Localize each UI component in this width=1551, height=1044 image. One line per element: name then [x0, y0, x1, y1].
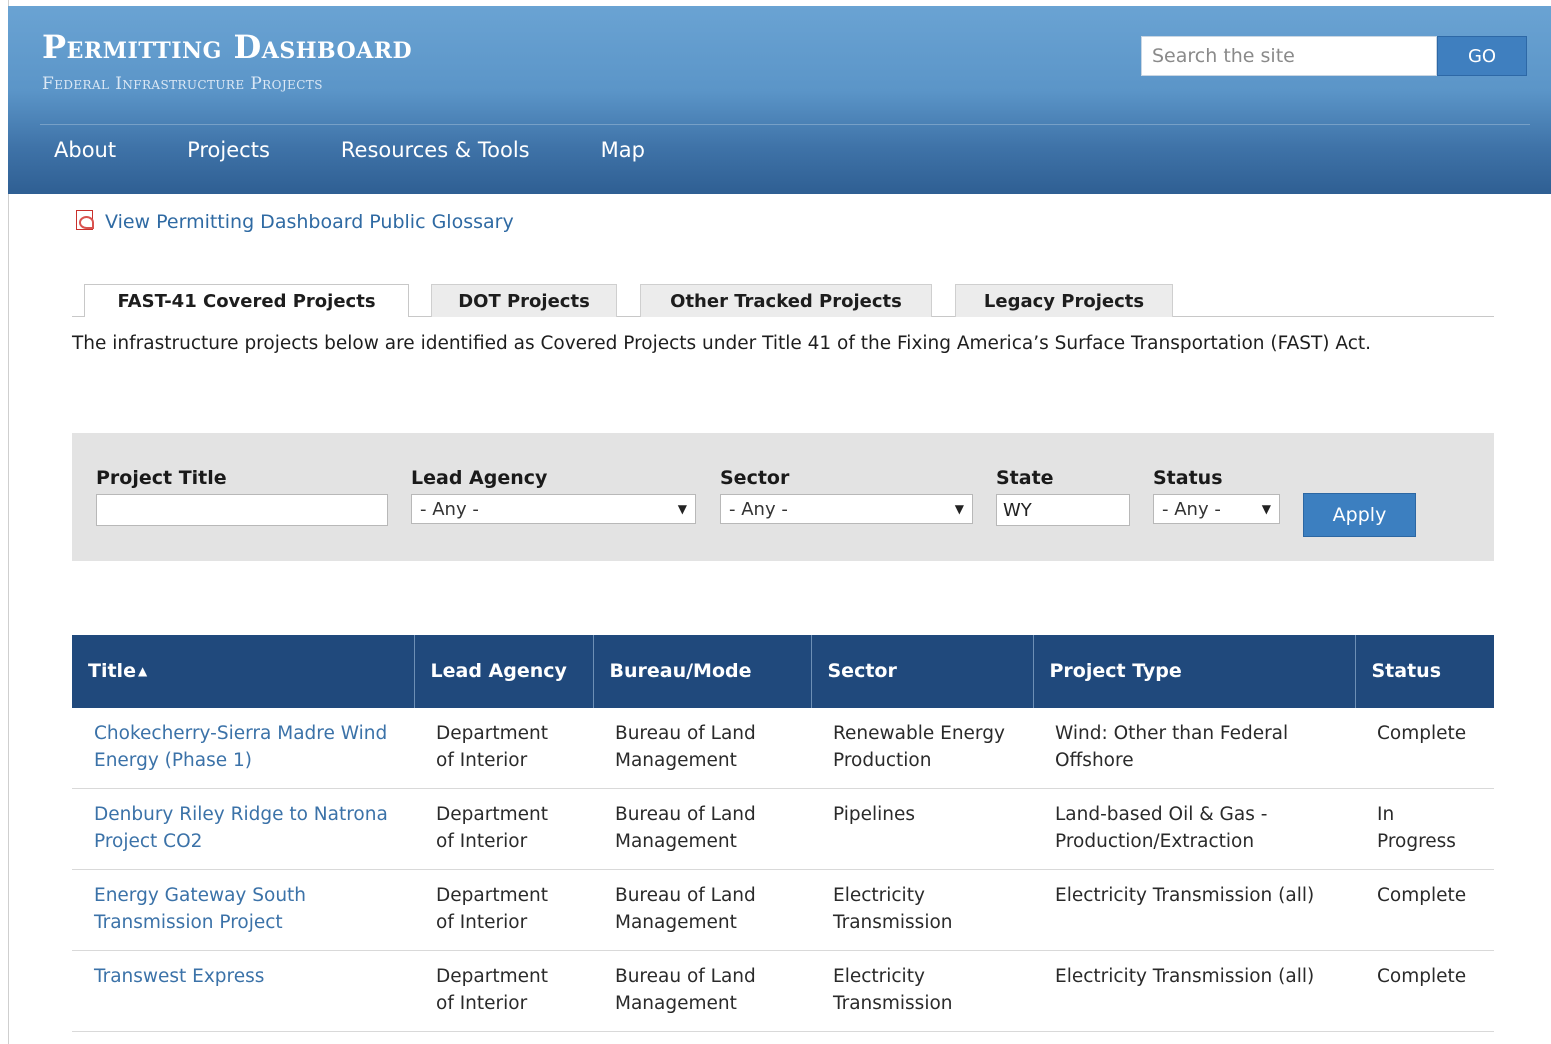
- project-type-cell: Wind: Other than Federal Offshore: [1033, 708, 1355, 789]
- project-type-cell: Electricity Transmission (all): [1033, 869, 1355, 951]
- tab-other-tracked-projects[interactable]: Other Tracked Projects: [640, 284, 932, 317]
- search-input[interactable]: [1141, 36, 1437, 76]
- column-header-title[interactable]: Title ▲: [72, 635, 415, 708]
- status-cell: Complete: [1355, 950, 1494, 1032]
- site-subtitle: Federal Infrastructure Projects: [42, 74, 323, 94]
- project-title-label: Project Title: [96, 467, 227, 489]
- project-title-link[interactable]: Energy Gateway South Transmission Projec…: [94, 885, 306, 933]
- chevron-down-icon: ▼: [1261, 502, 1271, 516]
- status-cell: Complete: [1355, 708, 1494, 789]
- projects-table: Title ▲ Lead Agency Bureau/Mode Sector Pr…: [72, 635, 1494, 1032]
- status-select[interactable]: - Any - ▼: [1153, 494, 1280, 524]
- sector-select[interactable]: - Any - ▼: [720, 494, 973, 524]
- column-header-sector[interactable]: Sector: [811, 635, 1034, 708]
- project-type-cell: Electricity Transmission (all): [1033, 950, 1355, 1032]
- bureau-mode-cell: Bureau of Land Management: [593, 950, 811, 1032]
- sort-ascending-icon: ▲: [137, 664, 148, 678]
- project-title-link[interactable]: Chokecherry-Sierra Madre Wind Energy (Ph…: [94, 723, 387, 771]
- column-header-project-type[interactable]: Project Type: [1033, 635, 1356, 708]
- sector-cell: Pipelines: [811, 788, 1033, 870]
- project-title-link[interactable]: Denbury Riley Ridge to Natrona Project C…: [94, 804, 388, 852]
- bureau-mode-cell: Bureau of Land Management: [593, 869, 811, 951]
- state-label: State: [996, 467, 1054, 489]
- bureau-mode-cell: Bureau of Land Management: [593, 708, 811, 789]
- lead-agency-select[interactable]: - Any - ▼: [411, 494, 696, 524]
- filter-panel: Project Title Lead Agency - Any - ▼ Sect…: [72, 433, 1494, 561]
- apply-button[interactable]: Apply: [1303, 493, 1416, 537]
- bureau-mode-cell: Bureau of Land Management: [593, 788, 811, 870]
- state-input[interactable]: [996, 494, 1130, 526]
- column-header-bureau-mode[interactable]: Bureau/Mode: [593, 635, 812, 708]
- table-row: Transwest Express Department of Interior…: [72, 950, 1494, 1032]
- project-title-input[interactable]: [96, 494, 388, 526]
- sector-value: - Any -: [729, 498, 788, 520]
- tab-fast41-covered-projects[interactable]: FAST-41 Covered Projects: [84, 284, 409, 317]
- column-header-status[interactable]: Status: [1355, 635, 1494, 708]
- sector-cell: Electricity Transmission: [811, 869, 1033, 951]
- main-nav: About Projects Resources & Tools Map: [54, 138, 716, 162]
- lead-agency-cell: Department of Interior: [414, 788, 593, 870]
- glossary-link-row: View Permitting Dashboard Public Glossar…: [76, 210, 514, 233]
- intro-text: The infrastructure projects below are id…: [72, 333, 1372, 354]
- site-header: Permitting Dashboard Federal Infrastruct…: [8, 6, 1551, 194]
- tab-dot-projects[interactable]: DOT Projects: [431, 284, 617, 317]
- column-header-title-label: Title: [88, 660, 136, 682]
- tab-legacy-projects[interactable]: Legacy Projects: [955, 284, 1173, 317]
- status-cell: In Progress: [1355, 788, 1494, 870]
- site-title[interactable]: Permitting Dashboard: [42, 28, 412, 66]
- nav-item-resources-tools[interactable]: Resources & Tools: [341, 138, 530, 162]
- sector-label: Sector: [720, 467, 790, 489]
- table-row: Denbury Riley Ridge to Natrona Project C…: [72, 788, 1494, 870]
- project-tabs: FAST-41 Covered Projects DOT Projects Ot…: [84, 284, 1494, 318]
- glossary-link[interactable]: View Permitting Dashboard Public Glossar…: [105, 211, 514, 233]
- table-row: Chokecherry-Sierra Madre Wind Energy (Ph…: [72, 708, 1494, 789]
- chevron-down-icon: ▼: [954, 502, 964, 516]
- project-type-cell: Land-based Oil & Gas - Production/Extrac…: [1033, 788, 1355, 870]
- lead-agency-cell: Department of Interior: [414, 869, 593, 951]
- sector-cell: Renewable Energy Production: [811, 708, 1033, 789]
- lead-agency-value: - Any -: [420, 498, 479, 520]
- lead-agency-cell: Department of Interior: [414, 708, 593, 789]
- lead-agency-cell: Department of Interior: [414, 950, 593, 1032]
- status-cell: Complete: [1355, 869, 1494, 951]
- table-row: Energy Gateway South Transmission Projec…: [72, 869, 1494, 951]
- header-divider: [40, 124, 1530, 125]
- pdf-icon: [76, 210, 94, 230]
- lead-agency-label: Lead Agency: [411, 467, 548, 489]
- column-header-lead-agency[interactable]: Lead Agency: [414, 635, 594, 708]
- chevron-down-icon: ▼: [677, 502, 687, 516]
- search-go-button[interactable]: GO: [1437, 36, 1527, 76]
- status-label: Status: [1153, 467, 1223, 489]
- nav-item-map[interactable]: Map: [601, 138, 645, 162]
- project-title-link[interactable]: Transwest Express: [94, 966, 264, 987]
- nav-item-projects[interactable]: Projects: [187, 138, 270, 162]
- nav-item-about[interactable]: About: [54, 138, 116, 162]
- sector-cell: Electricity Transmission: [811, 950, 1033, 1032]
- status-value: - Any -: [1162, 498, 1221, 520]
- table-header-row: Title ▲ Lead Agency Bureau/Mode Sector Pr…: [72, 635, 1494, 708]
